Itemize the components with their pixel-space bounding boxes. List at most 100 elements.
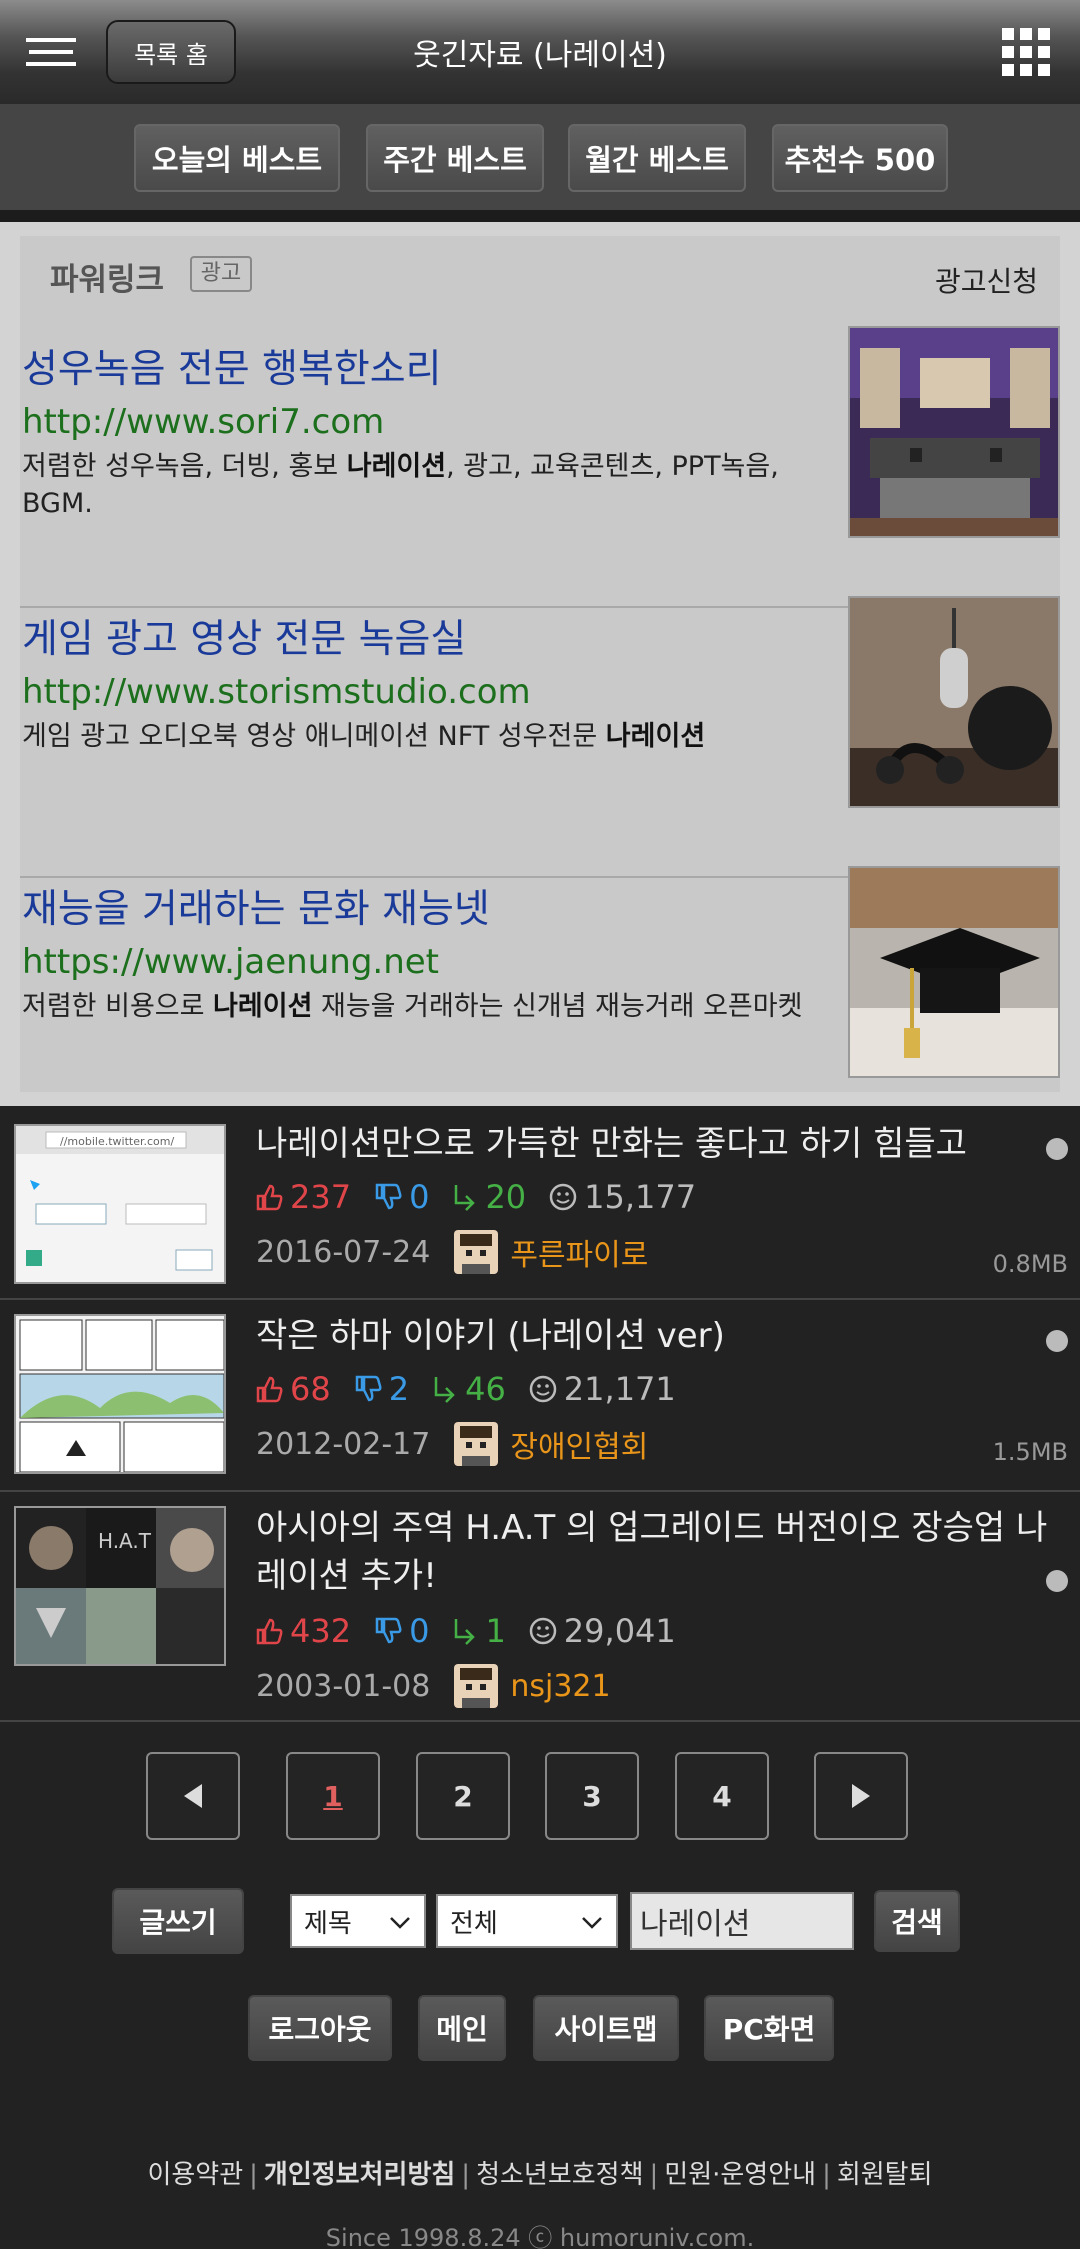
unread-dot: [1046, 1570, 1068, 1592]
graduation-cap-image[interactable]: [848, 866, 1060, 1078]
write-button[interactable]: 글쓰기: [112, 1888, 244, 1954]
search-field-select[interactable]: 제목: [290, 1894, 426, 1948]
page-title: 웃긴자료 (나레이션): [413, 38, 667, 73]
list-item[interactable]: //mobile.twitter.com/ 나레이션만으로 가득한 만화는 좋다…: [0, 1106, 1080, 1300]
ad-url[interactable]: https://www.jaenung.net: [22, 942, 439, 982]
search-input[interactable]: 나레이션: [630, 1892, 854, 1950]
list-item[interactable]: 작은 하마 이야기 (나레이션 ver) 68 2 46 21,171 2012…: [0, 1300, 1080, 1492]
ad-box: 파워링크 광고 광고신청 성우녹음 전문 행복한소리 http://www.so…: [20, 236, 1060, 1092]
list-item[interactable]: H.A.T 아시아의 주역 H.A.T 의 업그레이드 버전이오 장승업 나레이…: [0, 1492, 1080, 1722]
pc-view-button[interactable]: PC화면: [704, 1995, 834, 2061]
footer-link-privacy[interactable]: 개인정보처리방침: [264, 2160, 455, 2190]
share-count: 46: [431, 1370, 506, 1408]
avatar: [454, 1422, 499, 1466]
post-thumbnail[interactable]: H.A.T: [14, 1506, 226, 1666]
svg-text://mobile.twitter.com/: //mobile.twitter.com/: [60, 1135, 174, 1148]
best-tabs: 오늘의 베스트 주간 베스트 월간 베스트 추천수 500: [0, 104, 1080, 210]
ad-badge: 광고: [190, 256, 252, 292]
unread-dot: [1046, 1330, 1068, 1352]
unread-dot: [1046, 1138, 1068, 1160]
footer-link-withdraw[interactable]: 회원탈퇴: [837, 2160, 933, 2190]
ad-item[interactable]: 성우녹음 전문 행복한소리 http://www.sori7.com 저렴한 성…: [20, 326, 1060, 608]
footer-links: 이용약관 | 개인정보처리방침 | 청소년보호정책 | 민원·운영안내 | 회원탈퇴: [147, 2160, 933, 2190]
copyright: Since 1998.8.24 ⓒ humoruniv.com.: [325, 2224, 755, 2249]
footer-link-youth[interactable]: 청소년보호정책: [476, 2160, 643, 2190]
page-button-2[interactable]: 2: [416, 1752, 510, 1840]
post-stats: 432 0 1 29,041: [254, 1612, 698, 1650]
logout-button[interactable]: 로그아웃: [248, 1995, 392, 2061]
ad-title[interactable]: 재능을 거래하는 문화 재능넷: [22, 878, 490, 934]
tab-today-best[interactable]: 오늘의 베스트: [134, 124, 340, 192]
ad-url[interactable]: http://www.storismstudio.com: [22, 672, 531, 712]
ad-description: 저렴한 성우녹음, 더빙, 홍보 나레이션, 광고, 교육콘텐츠, PPT녹음,…: [22, 451, 779, 519]
page-button-4[interactable]: 4: [675, 1752, 769, 1840]
triangle-right-icon: [852, 1784, 870, 1808]
ad-apply-link[interactable]: 광고신청: [935, 260, 1038, 300]
page-button-1[interactable]: 1: [286, 1752, 380, 1840]
post-stats: 237 0 20 15,177: [254, 1178, 718, 1216]
prev-page-button[interactable]: [146, 1752, 240, 1840]
power-link-logo: 파워링크: [50, 262, 165, 298]
reply-arrow-icon: [434, 1377, 455, 1403]
post-stats: 68 2 46 21,171: [254, 1370, 698, 1408]
avatar: [454, 1664, 499, 1708]
grid-icon[interactable]: [1002, 28, 1050, 76]
power-link-ads: 파워링크 광고 광고신청 성우녹음 전문 행복한소리 http://www.so…: [0, 222, 1080, 1106]
downvote-count: 0: [373, 1612, 429, 1650]
upvote-count: 237: [254, 1178, 351, 1216]
sitemap-button[interactable]: 사이트맵: [533, 1995, 679, 2061]
ad-description: 저렴한 비용으로 나레이션 재능을 거래하는 신개념 재능거래 오픈마켓: [22, 991, 803, 1022]
author-name[interactable]: 푸른파이로: [510, 1230, 648, 1274]
studio-image[interactable]: [848, 326, 1060, 538]
post-thumbnail[interactable]: //mobile.twitter.com/: [14, 1124, 226, 1284]
upvote-count: 432: [254, 1612, 351, 1650]
footer-link-terms[interactable]: 이용약관: [147, 2160, 243, 2190]
chevron-down-icon: [390, 1917, 410, 1929]
view-count: 21,171: [528, 1370, 676, 1408]
post-title[interactable]: 아시아의 주역 H.A.T 의 업그레이드 버전이오 장승업 나레이션 추가!: [256, 1504, 1056, 1600]
smiley-icon: [529, 1617, 557, 1645]
top-bar: 목록 홈 웃긴자료 (나레이션): [0, 0, 1080, 104]
post-date: 2016-07-24: [256, 1234, 431, 1270]
ad-description: 게임 광고 오디오북 영상 애니메이션 NFT 성우전문 나레이션: [22, 721, 706, 752]
post-title[interactable]: 나레이션만으로 가득한 만화는 좋다고 하기 힘들고: [256, 1120, 1056, 1168]
svg-text:H.A.T: H.A.T: [98, 1529, 152, 1553]
thumbs-down-icon: [355, 1375, 382, 1402]
file-size: 0.8MB: [992, 1250, 1068, 1278]
reply-arrow-icon: [455, 1619, 476, 1645]
post-date: 2003-01-08: [256, 1668, 431, 1704]
divider: [0, 210, 1080, 222]
thumbs-down-icon: [375, 1183, 402, 1210]
next-page-button[interactable]: [814, 1752, 908, 1840]
downvote-count: 2: [353, 1370, 409, 1408]
main-button[interactable]: 메인: [418, 1995, 506, 2061]
search-button[interactable]: 검색: [874, 1890, 960, 1952]
tab-monthly-best[interactable]: 월간 베스트: [568, 124, 746, 192]
reply-arrow-icon: [455, 1185, 476, 1211]
tab-weekly-best[interactable]: 주간 베스트: [366, 124, 544, 192]
author-name[interactable]: nsj321: [510, 1669, 610, 1704]
post-title[interactable]: 작은 하마 이야기 (나레이션 ver): [256, 1312, 1056, 1360]
ad-url[interactable]: http://www.sori7.com: [22, 402, 384, 442]
footer-link-support[interactable]: 민원·운영안내: [664, 2160, 816, 2190]
list-home-button[interactable]: 목록 홈: [106, 20, 236, 84]
post-thumbnail[interactable]: [14, 1314, 226, 1474]
thumbs-down-icon: [375, 1617, 402, 1644]
thumbs-up-icon: [256, 1376, 283, 1403]
tab-recommend-500[interactable]: 추천수 500: [772, 124, 948, 192]
author-name[interactable]: 장애인협회: [510, 1422, 648, 1466]
upvote-count: 68: [254, 1370, 331, 1408]
search-scope-select[interactable]: 전체: [436, 1894, 618, 1948]
ad-title[interactable]: 성우녹음 전문 행복한소리: [22, 338, 441, 394]
microphone-image[interactable]: [848, 596, 1060, 808]
ad-title[interactable]: 게임 광고 영상 전문 녹음실: [22, 608, 466, 664]
post-date: 2012-02-17: [256, 1426, 431, 1462]
page-button-3[interactable]: 3: [545, 1752, 639, 1840]
smiley-icon: [549, 1183, 577, 1211]
view-count: 29,041: [528, 1612, 676, 1650]
ad-item[interactable]: 게임 광고 영상 전문 녹음실 http://www.storismstudio…: [20, 596, 1060, 878]
chevron-down-icon: [582, 1917, 602, 1929]
smiley-icon: [529, 1375, 557, 1403]
post-meta: 2016-07-24 푸른파이로: [256, 1230, 648, 1274]
menu-icon[interactable]: [26, 38, 76, 66]
